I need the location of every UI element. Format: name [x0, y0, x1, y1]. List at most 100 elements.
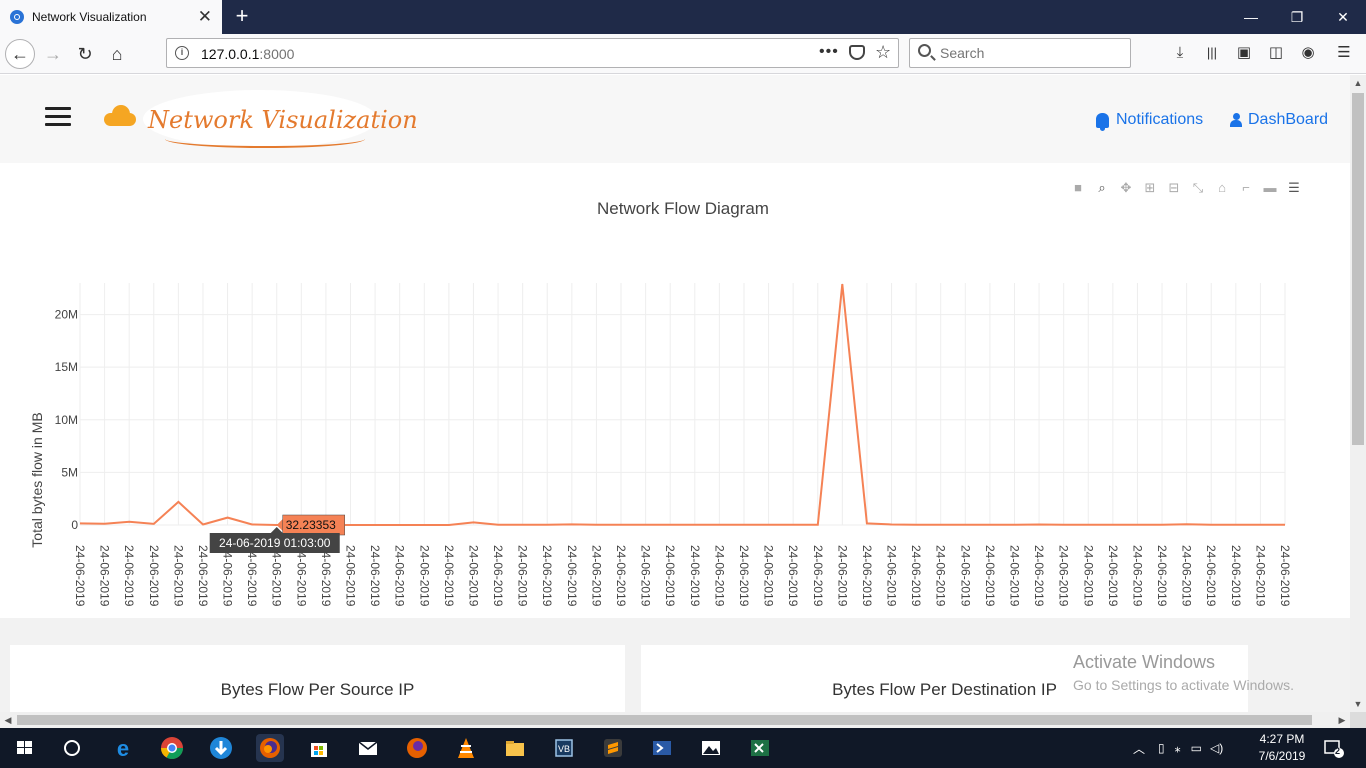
- zoom-out-icon[interactable]: ⊟: [1167, 181, 1181, 195]
- network-flow-chart[interactable]: Network Flow Diagram Total bytes flow in…: [0, 163, 1350, 618]
- x-tick-label: 24-06-2019: [737, 545, 751, 607]
- action-center-icon[interactable]: 2: [1323, 737, 1345, 759]
- tooltip-x-label: 24-06-2019 01:03:00: [219, 536, 331, 550]
- spike-lines-icon[interactable]: ⌐: [1239, 181, 1253, 195]
- url-port: :8000: [259, 46, 295, 62]
- library-icon[interactable]: |||: [1202, 43, 1222, 63]
- close-window-button[interactable]: ✕: [1320, 0, 1366, 34]
- store-icon[interactable]: [305, 734, 333, 762]
- sublime-text-icon[interactable]: [599, 734, 627, 762]
- browser-title-bar: Network Visualization ✕ + — ❐ ✕: [0, 0, 1366, 34]
- vertical-scrollbar[interactable]: ▲ ▼: [1350, 75, 1366, 712]
- firefox-alt-icon[interactable]: [403, 734, 431, 762]
- user-icon: [1230, 113, 1242, 127]
- virtualbox-icon[interactable]: VB: [550, 734, 578, 762]
- source-ip-card: Bytes Flow Per Source IP: [10, 645, 625, 712]
- y-axis-label: Total bytes flow in MB: [29, 412, 45, 547]
- excel-icon[interactable]: [746, 734, 774, 762]
- flow-series-line[interactable]: [79, 283, 1285, 526]
- browser-tab[interactable]: Network Visualization ✕: [0, 0, 222, 34]
- file-explorer-icon[interactable]: [501, 734, 529, 762]
- svg-text:VB: VB: [558, 744, 570, 754]
- scroll-down-arrow-icon[interactable]: ▼: [1350, 696, 1366, 712]
- bookmark-star-icon[interactable]: ☆: [875, 42, 891, 63]
- activate-windows-subtitle: Go to Settings to activate Windows.: [1073, 677, 1294, 693]
- minimize-button[interactable]: —: [1228, 0, 1274, 34]
- address-bar[interactable]: i 127.0.0.1:8000 ••• ☆: [166, 38, 899, 68]
- mail-icon[interactable]: [354, 734, 382, 762]
- tab-close-icon[interactable]: ✕: [198, 7, 212, 27]
- scroll-up-arrow-icon[interactable]: ▲: [1350, 75, 1366, 91]
- page-actions-button[interactable]: •••: [819, 43, 839, 61]
- account-icon[interactable]: ◉: [1298, 43, 1318, 63]
- edge-icon[interactable]: e: [109, 734, 137, 762]
- zoom-in-icon[interactable]: ⊞: [1143, 181, 1157, 195]
- sidebar-icon[interactable]: ◫: [1266, 43, 1286, 63]
- system-tray: ︿ ▯ ⁎ ▭ ◁): [1133, 728, 1223, 768]
- camera-icon[interactable]: ■: [1071, 181, 1085, 195]
- x-tick-label: 24-06-2019: [1155, 545, 1169, 607]
- network-flow-chart-card: Network Flow Diagram Total bytes flow in…: [0, 163, 1350, 618]
- search-box[interactable]: [909, 38, 1131, 68]
- x-tick-label: 24-06-2019: [712, 545, 726, 607]
- horizontal-scrollbar[interactable]: ◀ ▶: [0, 712, 1350, 728]
- hamburger-menu-icon[interactable]: [45, 107, 71, 127]
- pocket-icon[interactable]: [849, 45, 865, 60]
- chrome-icon[interactable]: [158, 734, 186, 762]
- url-host: 127.0.0.1: [201, 46, 260, 62]
- x-tick-label: 24-06-2019: [1229, 545, 1243, 607]
- volume-icon[interactable]: ◁): [1210, 741, 1223, 755]
- vertical-scroll-thumb[interactable]: [1352, 93, 1364, 445]
- x-tick-label: 24-06-2019: [1032, 545, 1046, 607]
- pan-icon[interactable]: ✥: [1119, 181, 1133, 195]
- download-manager-icon[interactable]: [207, 734, 235, 762]
- tab-title: Network Visualization: [32, 10, 147, 24]
- x-tick-label: 24-06-2019: [1130, 545, 1144, 607]
- cortana-search-icon[interactable]: [58, 734, 86, 762]
- tooltip-value: 32.23353: [286, 518, 336, 532]
- url-text[interactable]: 127.0.0.1:8000: [201, 46, 294, 62]
- menu-icon[interactable]: ☰: [1334, 43, 1354, 63]
- x-tick-label: 24-06-2019: [1204, 545, 1218, 607]
- site-info-icon[interactable]: i: [175, 46, 189, 60]
- new-tab-button[interactable]: +: [231, 4, 253, 28]
- home-button[interactable]: ⌂: [102, 39, 132, 69]
- hover-compare-icon[interactable]: ☰: [1287, 181, 1301, 195]
- usb-icon[interactable]: ▯: [1158, 741, 1165, 755]
- back-button[interactable]: ←: [5, 39, 35, 69]
- x-tick-label: 24-06-2019: [614, 545, 628, 607]
- notifications-link[interactable]: Notifications: [1096, 111, 1204, 131]
- horizontal-scroll-thumb[interactable]: [17, 715, 1312, 725]
- y-tick-label: 10M: [55, 413, 78, 427]
- notifications-label: Notifications: [1116, 111, 1204, 128]
- start-windows-icon[interactable]: [10, 734, 38, 762]
- site-logo-text[interactable]: Network Visualization: [148, 106, 418, 134]
- zoom-icon[interactable]: ⌕: [1095, 181, 1109, 195]
- scroll-left-arrow-icon[interactable]: ◀: [0, 712, 16, 728]
- restore-button[interactable]: ❐: [1274, 0, 1320, 34]
- x-tick-label: 24-06-2019: [565, 545, 579, 607]
- clock-date: 7/6/2019: [1258, 749, 1306, 763]
- autoscale-icon[interactable]: ⤡: [1191, 181, 1205, 195]
- home-icon: ⌂: [111, 43, 123, 64]
- firefox-icon[interactable]: [256, 734, 284, 762]
- battery-icon[interactable]: ▭: [1191, 741, 1202, 755]
- x-tick-label: 24-06-2019: [1106, 545, 1120, 607]
- x-tick-label: 24-06-2019: [196, 545, 210, 607]
- dashboard-link[interactable]: DashBoard: [1230, 111, 1328, 129]
- photos-icon[interactable]: [697, 734, 725, 762]
- show-hidden-icons-icon[interactable]: ︿: [1133, 740, 1145, 757]
- powershell-icon[interactable]: [648, 734, 676, 762]
- extension-icon[interactable]: ▣: [1234, 43, 1254, 63]
- scroll-right-arrow-icon[interactable]: ▶: [1334, 712, 1350, 728]
- x-tick-label: 24-06-2019: [245, 545, 259, 607]
- reset-axes-icon[interactable]: ⌂: [1215, 181, 1229, 195]
- reload-button[interactable]: ↻: [70, 39, 100, 69]
- forward-button[interactable]: →: [38, 39, 68, 69]
- search-input[interactable]: [940, 44, 1120, 62]
- hover-closest-icon[interactable]: ▬: [1263, 181, 1277, 195]
- taskbar-clock[interactable]: 4:27 PM 7/6/2019: [1252, 731, 1312, 765]
- wifi-icon[interactable]: ⁎: [1175, 741, 1181, 755]
- vlc-icon[interactable]: [452, 734, 480, 762]
- downloads-icon[interactable]: ⤓: [1170, 43, 1190, 63]
